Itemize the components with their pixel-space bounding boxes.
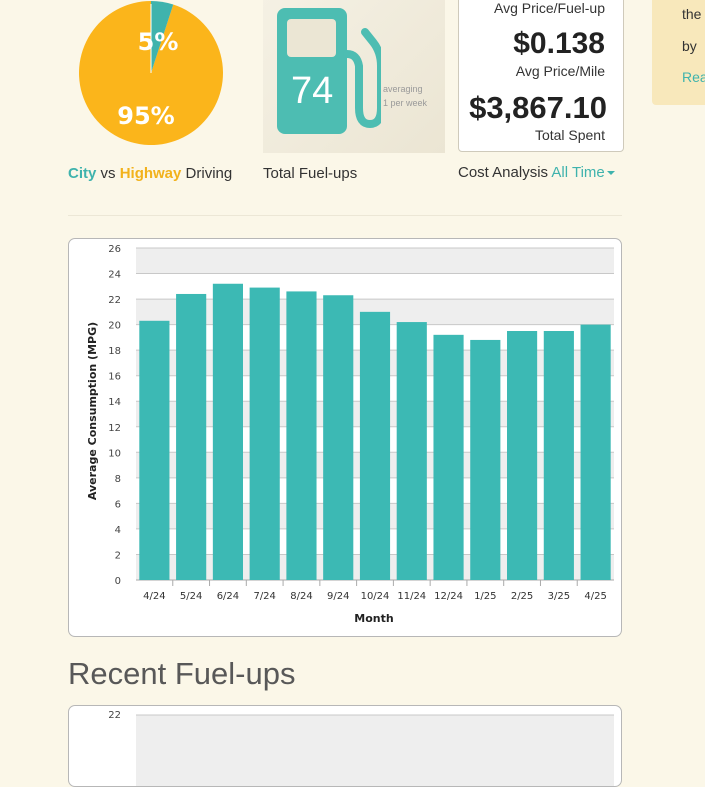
recent-fuelups-chart-frame: 22	[68, 705, 622, 787]
avg-price-mile-value: $0.138	[513, 27, 605, 60]
sidebar-text-1: the	[682, 6, 702, 22]
pie-caption: City vs Highway Driving	[68, 165, 232, 182]
bar-1-25	[470, 339, 501, 580]
y-tick-label: 20	[108, 321, 121, 332]
bar-6-24	[212, 283, 243, 580]
bar-8-24	[286, 291, 317, 580]
x-tick-label: 9/24	[327, 591, 349, 602]
total-spent-value: $3,867.10	[469, 90, 607, 125]
chevron-down-icon	[606, 171, 615, 176]
y-tick-label: 22	[108, 710, 121, 721]
x-tick-label: 5/24	[180, 591, 202, 602]
y-tick-label: 0	[115, 576, 121, 587]
rate-label: 1 per week	[383, 98, 428, 108]
bar-3-25	[543, 331, 574, 580]
sidebar-link[interactable]: Rea	[682, 69, 705, 85]
highway-label: Highway	[119, 165, 182, 182]
x-tick-label: 7/24	[253, 591, 275, 602]
pie-label-highway: 95%	[117, 102, 174, 130]
total-spent-label: Total Spent	[534, 127, 605, 143]
x-tick-label: 4/24	[143, 591, 165, 602]
bar-4-25	[580, 324, 611, 580]
sidebar-text-2: by	[682, 38, 697, 54]
bar-11-24	[396, 322, 427, 580]
y-tick-label: 6	[115, 499, 121, 510]
x-tick-label: 10/24	[361, 591, 390, 602]
divider	[68, 215, 622, 216]
y-tick-label: 12	[108, 423, 121, 434]
period-label: All Time	[551, 164, 605, 181]
y-tick-label: 10	[108, 448, 121, 459]
averaging-label: averaging	[383, 84, 423, 94]
y-tick-label: 16	[108, 372, 121, 383]
mpg-bar-chart: 02468101214161820222426 4/24 5/24 6/24 7/24…	[86, 244, 614, 625]
sidebar-panel: the by Rea	[652, 0, 705, 105]
x-axis-title: Month	[354, 612, 393, 625]
city-highway-pie-chart: 5% 95%	[79, 1, 224, 146]
cost-analysis-label: Cost Analysis	[458, 164, 549, 181]
bar-12-24	[433, 334, 464, 580]
x-tick-label: 12/24	[434, 591, 463, 602]
avg-price-fuelup-label: Avg Price/Fuel-up	[493, 0, 605, 16]
y-axis-title: Average Consumption (MPG)	[86, 322, 99, 500]
y-tick-label: 8	[115, 474, 121, 485]
x-tick-label: 4/25	[584, 591, 606, 602]
bar-4-24	[139, 320, 170, 580]
x-tick-label: 3/25	[548, 591, 570, 602]
y-tick-label: 14	[108, 397, 121, 408]
avg-price-mile-label: Avg Price/Mile	[515, 63, 605, 79]
cost-analysis-card: Avg Price/Fuel-up $0.138 Avg Price/Mile …	[458, 0, 624, 152]
city-label: City	[68, 165, 97, 182]
y-tick-label: 24	[108, 270, 121, 281]
bar-2-25	[507, 331, 538, 580]
pie-label-city: 5%	[138, 28, 179, 56]
fuelups-caption: Total Fuel-ups	[263, 165, 358, 182]
recent-fuelups-chart: 22	[108, 710, 614, 786]
vs-label: vs	[100, 165, 116, 182]
x-tick-label: 1/25	[474, 591, 496, 602]
y-tick-label: 26	[108, 244, 121, 255]
cost-caption: Cost Analysis All Time	[458, 164, 615, 181]
x-tick-label: 8/24	[290, 591, 312, 602]
period-dropdown[interactable]: All Time	[551, 164, 615, 181]
y-tick-label: 2	[115, 550, 121, 561]
y-tick-label: 4	[115, 525, 121, 536]
fuelups-card: 74 averaging 1 per week	[263, 0, 445, 153]
x-tick-label: 11/24	[397, 591, 426, 602]
bar-5-24	[176, 293, 207, 580]
x-tick-label: 6/24	[217, 591, 239, 602]
driving-label: Driving	[185, 165, 233, 182]
y-tick-label: 18	[108, 346, 121, 357]
bar-9-24	[323, 295, 354, 580]
x-tick-label: 2/25	[511, 591, 533, 602]
fuelup-count: 74	[291, 70, 334, 112]
bar-10-24	[359, 311, 391, 580]
mpg-chart-frame: 0 2 4 6 8 10 12 14 16 18 20 22 24 26 4/24 5/24 6/24 7/24…	[68, 238, 622, 637]
fuelup-frequency: averaging 1 per week	[383, 82, 443, 110]
recent-fuelups-title: Recent Fuel-ups	[68, 656, 296, 691]
bar-7-24	[249, 287, 280, 580]
y-tick-label: 22	[108, 295, 121, 306]
